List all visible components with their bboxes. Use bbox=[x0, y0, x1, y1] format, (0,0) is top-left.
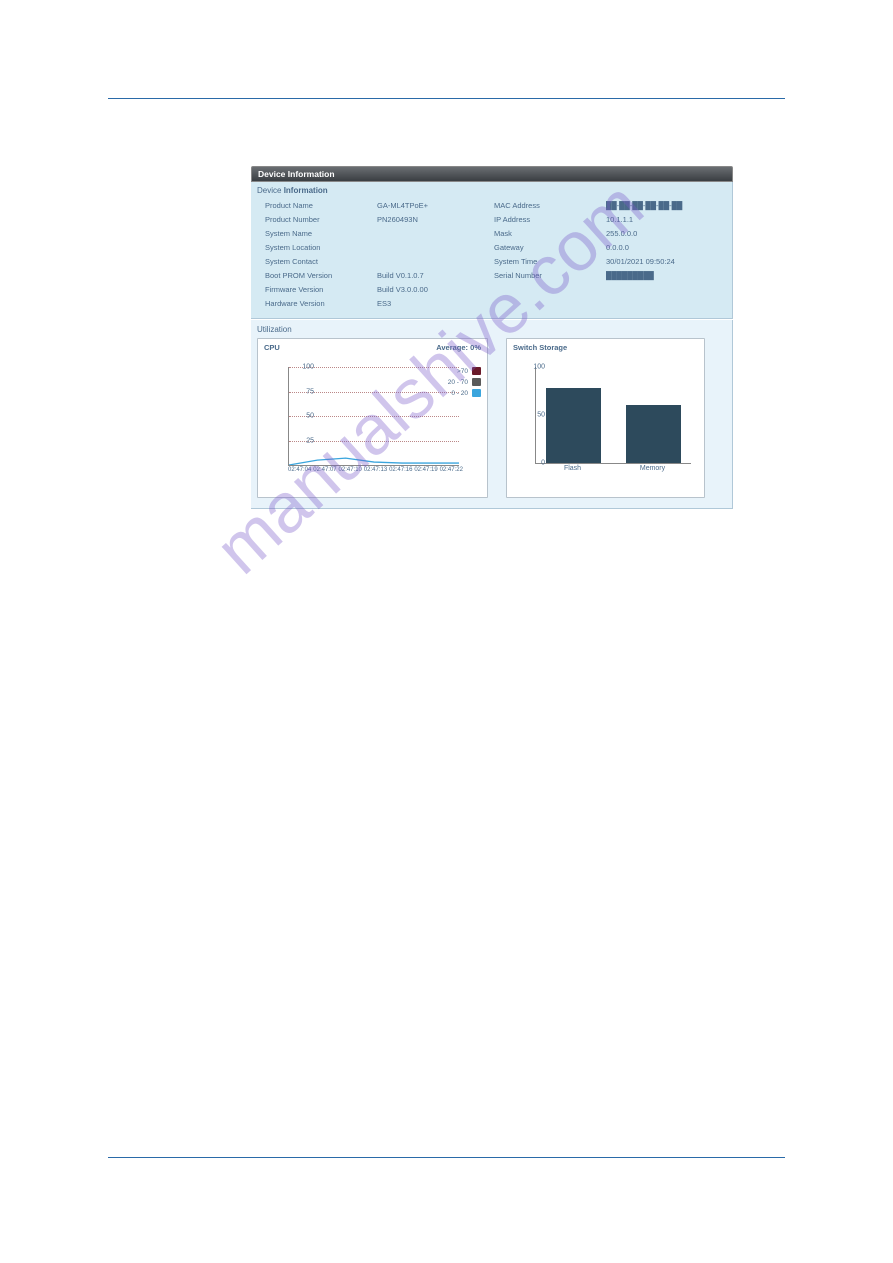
info-label: System Contact bbox=[265, 257, 377, 266]
utilization-heading: Utilization bbox=[257, 323, 724, 338]
cpu-legend: >70 20 - 70 0 - 20 bbox=[448, 367, 481, 400]
cpu-average: Average: 0% bbox=[436, 343, 481, 352]
storage-y-tick: 100 bbox=[533, 364, 545, 371]
legend-label: 0 - 20 bbox=[451, 390, 468, 397]
device-panel: Device Information Device Information Pr… bbox=[251, 166, 733, 509]
legend-swatch bbox=[472, 378, 481, 386]
legend-label: >70 bbox=[457, 368, 468, 375]
info-label: System Name bbox=[265, 229, 377, 238]
cpu-x-tick: 02:47:22 bbox=[440, 467, 463, 473]
cpu-y-tick: 25 bbox=[306, 437, 314, 444]
cpu-x-tick: 02:47:19 bbox=[414, 467, 437, 473]
storage-bar bbox=[546, 388, 601, 463]
storage-chart: Switch Storage Flash Memory 0 50 100 bbox=[506, 338, 705, 498]
storage-y-tick: 50 bbox=[537, 412, 545, 419]
cpu-x-tick: 02:47:07 bbox=[313, 467, 336, 473]
info-value: ██-██-██-██-██-██ bbox=[606, 201, 723, 210]
legend-item: 20 - 70 bbox=[448, 378, 481, 386]
cpu-y-tick: 75 bbox=[306, 388, 314, 395]
info-value bbox=[377, 257, 494, 266]
top-divider bbox=[108, 98, 785, 99]
info-value: PN260493N bbox=[377, 215, 494, 224]
cpu-x-tick: 02:47:04 bbox=[288, 467, 311, 473]
cpu-gridline bbox=[289, 367, 459, 368]
info-value: 255.0.0.0 bbox=[606, 229, 723, 238]
utilization-section: Utilization CPU Average: 0% bbox=[251, 320, 733, 509]
info-label: Hardware Version bbox=[265, 299, 377, 308]
info-label: Product Number bbox=[265, 215, 377, 224]
cpu-chart-title: CPU bbox=[264, 343, 280, 352]
info-value: Build V0.1.0.7 bbox=[377, 271, 494, 280]
panel-title-bar: Device Information bbox=[251, 166, 733, 182]
bottom-divider bbox=[108, 1157, 785, 1158]
cpu-gridline bbox=[289, 441, 459, 442]
info-value bbox=[606, 285, 723, 294]
info-label: Mask bbox=[494, 229, 606, 238]
info-label: Serial Number bbox=[494, 271, 606, 280]
legend-label: 20 - 70 bbox=[448, 379, 468, 386]
info-label: System Time bbox=[494, 257, 606, 266]
storage-chart-title: Switch Storage bbox=[513, 343, 567, 352]
info-value: GA-ML4TPoE+ bbox=[377, 201, 494, 210]
storage-x-label: Flash bbox=[564, 465, 581, 472]
info-label: MAC Address bbox=[494, 201, 606, 210]
info-heading-bold: Information bbox=[284, 186, 328, 195]
storage-bar bbox=[626, 405, 681, 463]
storage-y-tick: 0 bbox=[541, 460, 545, 467]
info-label: Product Name bbox=[265, 201, 377, 210]
storage-plot-area bbox=[535, 367, 691, 464]
info-label bbox=[494, 285, 606, 294]
info-label: Boot PROM Version bbox=[265, 271, 377, 280]
info-label: Gateway bbox=[494, 243, 606, 252]
cpu-y-tick: 50 bbox=[306, 413, 314, 420]
cpu-y-tick: 100 bbox=[302, 364, 314, 371]
info-heading-normal: Device bbox=[257, 186, 281, 195]
info-label bbox=[494, 299, 606, 308]
cpu-x-tick: 02:47:16 bbox=[389, 467, 412, 473]
legend-item: 0 - 20 bbox=[448, 389, 481, 397]
info-value: ES3 bbox=[377, 299, 494, 308]
info-value: █████████ bbox=[606, 271, 723, 280]
info-value: 0.0.0.0 bbox=[606, 243, 723, 252]
info-value: 10.1.1.1 bbox=[606, 215, 723, 224]
cpu-gridline bbox=[289, 416, 459, 417]
info-value bbox=[377, 229, 494, 238]
info-value: 30/01/2021 09:50:24 bbox=[606, 257, 723, 266]
cpu-x-tick: 02:47:13 bbox=[364, 467, 387, 473]
legend-swatch bbox=[472, 367, 481, 375]
cpu-chart: CPU Average: 0% 02:47:0402:47:0702:47:10… bbox=[257, 338, 488, 498]
info-value bbox=[606, 299, 723, 308]
cpu-x-ticks: 02:47:0402:47:0702:47:1002:47:1302:47:16… bbox=[288, 467, 463, 473]
device-info-section: Device Information Product NameGA-ML4TPo… bbox=[251, 182, 733, 319]
storage-x-label: Memory bbox=[640, 465, 665, 472]
info-label: Firmware Version bbox=[265, 285, 377, 294]
info-value bbox=[377, 243, 494, 252]
info-label: System Location bbox=[265, 243, 377, 252]
legend-swatch bbox=[472, 389, 481, 397]
cpu-gridline bbox=[289, 392, 459, 393]
info-heading: Device Information bbox=[251, 182, 732, 201]
info-value: Build V3.0.0.00 bbox=[377, 285, 494, 294]
legend-item: >70 bbox=[448, 367, 481, 375]
info-grid: Product NameGA-ML4TPoE+MAC Address██-██-… bbox=[251, 201, 732, 312]
info-label: IP Address bbox=[494, 215, 606, 224]
cpu-x-tick: 02:47:10 bbox=[339, 467, 362, 473]
